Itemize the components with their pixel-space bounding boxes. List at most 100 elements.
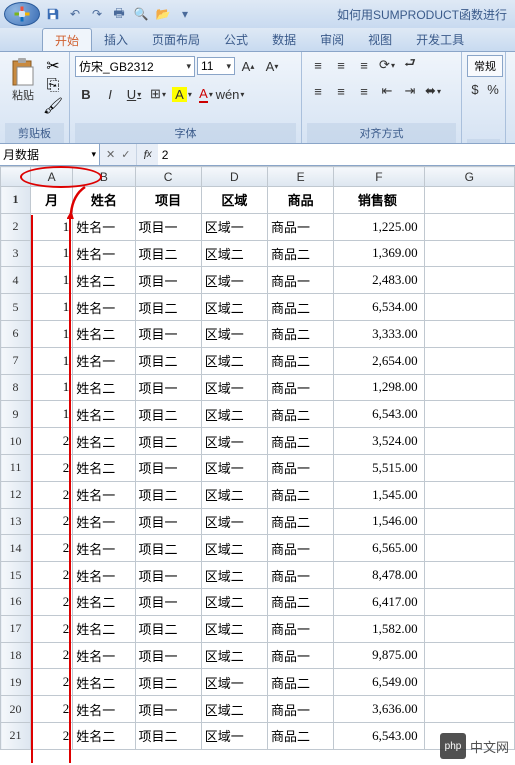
cell[interactable]: 1 [31,347,73,374]
row-header[interactable]: 12 [1,481,31,508]
cell[interactable]: 1,582.00 [334,615,424,642]
cell[interactable] [424,213,514,240]
tab-developer[interactable]: 开发工具 [404,28,476,51]
cell[interactable] [424,347,514,374]
cell[interactable]: 姓名二 [73,588,135,615]
cell[interactable]: 月 [31,187,73,214]
currency-icon[interactable]: $ [467,80,483,98]
cell[interactable]: 1,298.00 [334,374,424,401]
name-box[interactable]: 月数据▾ [0,144,100,165]
cell[interactable]: 项目一 [135,696,201,723]
row-header[interactable]: 16 [1,588,31,615]
cell[interactable] [424,428,514,455]
cell[interactable]: 项目二 [135,294,201,321]
cell[interactable]: 项目二 [135,428,201,455]
cell[interactable] [424,508,514,535]
cell[interactable] [424,294,514,321]
cell[interactable]: 3,333.00 [334,320,424,347]
cell[interactable]: 销售额 [334,187,424,214]
grow-font-icon[interactable]: A▴ [237,55,259,77]
cell[interactable]: 项目二 [135,347,201,374]
cell[interactable] [424,696,514,723]
cell[interactable]: 项目二 [135,615,201,642]
cell[interactable]: 6,565.00 [334,535,424,562]
row-header[interactable]: 10 [1,428,31,455]
row-header[interactable]: 8 [1,374,31,401]
cell[interactable]: 6,543.00 [334,401,424,428]
cell[interactable]: 姓名一 [73,562,135,589]
table-row[interactable]: 41姓名二项目一区域一商品一2,483.00 [1,267,515,294]
cell[interactable]: 6,534.00 [334,294,424,321]
cell[interactable]: 2 [31,696,73,723]
col-header[interactable]: G [424,167,514,187]
cell[interactable]: 8,478.00 [334,562,424,589]
table-row[interactable]: 21姓名一项目一区域一商品一1,225.00 [1,213,515,240]
save-icon[interactable] [44,5,62,23]
row-header[interactable]: 19 [1,669,31,696]
cut-icon[interactable]: ✂ [44,57,62,75]
cell[interactable] [424,669,514,696]
column-header-row[interactable]: A B C D E F G [1,167,515,187]
cell[interactable]: 项目一 [135,508,201,535]
cell[interactable]: 商品二 [268,401,334,428]
cell[interactable]: 商品 [268,187,334,214]
tab-view[interactable]: 视图 [356,28,404,51]
cell[interactable]: 商品二 [268,508,334,535]
row-header[interactable]: 15 [1,562,31,589]
cell[interactable]: 姓名二 [73,374,135,401]
col-header[interactable]: B [73,167,135,187]
cell[interactable]: 2 [31,535,73,562]
row-header[interactable]: 2 [1,213,31,240]
cell[interactable]: 项目一 [135,374,201,401]
cell[interactable]: 2 [31,642,73,669]
row-header[interactable]: 20 [1,696,31,723]
cell[interactable]: 1,545.00 [334,481,424,508]
cell[interactable]: 1 [31,267,73,294]
cell[interactable]: 姓名一 [73,535,135,562]
tab-home[interactable]: 开始 [42,28,92,51]
preview-icon[interactable]: 🔍 [132,5,150,23]
cell[interactable]: 区域一 [201,722,267,749]
font-name-combo[interactable]: 仿宋_GB2312▾ [75,56,195,77]
row-header[interactable]: 18 [1,642,31,669]
row-header[interactable]: 14 [1,535,31,562]
col-header[interactable]: D [201,167,267,187]
cell[interactable] [424,562,514,589]
table-row[interactable]: 182姓名一项目一区域二商品一9,875.00 [1,642,515,669]
table-row[interactable]: 112姓名二项目一区域一商品一5,515.00 [1,454,515,481]
cell[interactable]: 姓名 [73,187,135,214]
cell[interactable]: 区域二 [201,347,267,374]
align-left-icon[interactable]: ≡ [307,81,329,101]
table-row[interactable]: 212姓名二项目二区域一商品二6,543.00 [1,722,515,749]
cell[interactable]: 姓名一 [73,294,135,321]
italic-button[interactable]: I [99,83,121,105]
tab-insert[interactable]: 插入 [92,28,140,51]
cell[interactable] [424,320,514,347]
cell[interactable] [424,374,514,401]
bold-button[interactable]: B [75,83,97,105]
cell[interactable]: 区域二 [201,588,267,615]
cancel-formula-icon[interactable]: ✕ [106,148,115,161]
cell[interactable]: 区域一 [201,428,267,455]
cell[interactable]: 2 [31,562,73,589]
cell[interactable]: 商品二 [268,669,334,696]
cell[interactable]: 姓名一 [73,213,135,240]
cell[interactable]: 项目一 [135,213,201,240]
cell[interactable]: 1 [31,320,73,347]
cell[interactable]: 商品二 [268,588,334,615]
cell[interactable]: 6,417.00 [334,588,424,615]
cell[interactable]: 2 [31,454,73,481]
cell[interactable] [424,454,514,481]
cell[interactable]: 区域二 [201,562,267,589]
cell[interactable]: 9,875.00 [334,642,424,669]
cell[interactable]: 2 [31,669,73,696]
increase-indent-icon[interactable]: ⇥ [399,81,421,101]
cell[interactable]: 区域一 [201,508,267,535]
cell[interactable]: 2 [31,428,73,455]
cell[interactable]: 1 [31,213,73,240]
cell[interactable]: 2,483.00 [334,267,424,294]
percent-icon[interactable]: % [485,80,501,98]
cell[interactable]: 商品二 [268,240,334,267]
cell[interactable]: 姓名二 [73,454,135,481]
cell[interactable] [424,240,514,267]
